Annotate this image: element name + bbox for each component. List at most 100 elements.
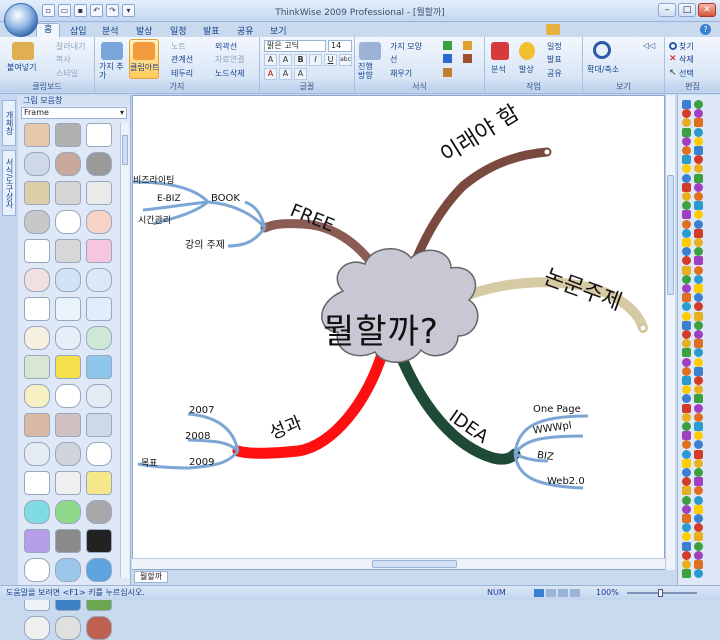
data-link-button[interactable]: 자료연결 <box>215 54 244 65</box>
marker-icon[interactable] <box>694 523 703 533</box>
marker-icon[interactable] <box>682 219 691 229</box>
clipart-thumbnail[interactable] <box>86 558 112 582</box>
marker-icon[interactable] <box>682 523 691 533</box>
marker-icon[interactable] <box>682 514 691 523</box>
copy-button[interactable]: 복사 <box>56 54 71 65</box>
clipart-thumbnail[interactable] <box>55 529 81 553</box>
clipart-thumbnail[interactable] <box>24 384 50 408</box>
view-outline-icon[interactable] <box>546 589 556 597</box>
marker-icon[interactable] <box>694 514 703 523</box>
marker-icon[interactable] <box>694 403 703 413</box>
marker-icon[interactable] <box>682 118 691 128</box>
marker-icon[interactable] <box>682 357 691 367</box>
delete-node-button[interactable]: 노드삭제 <box>215 68 244 79</box>
branch-line-result[interactable] <box>232 345 389 459</box>
clipart-thumbnail[interactable] <box>55 442 81 466</box>
analysis-icon[interactable] <box>491 42 509 60</box>
clipart-thumbnail[interactable] <box>86 500 112 524</box>
tab-idea[interactable]: 발상 <box>136 24 153 37</box>
tab-present[interactable]: 발표 <box>203 24 220 37</box>
clipart-thumbnail[interactable] <box>86 181 112 205</box>
idea-icon[interactable] <box>519 42 535 60</box>
marker-icon[interactable] <box>694 440 703 450</box>
node-biz[interactable]: BIZ <box>536 450 554 463</box>
minimize-button[interactable]: – <box>658 3 676 17</box>
strike-button[interactable]: abc <box>339 54 352 66</box>
view-mode-icons[interactable] <box>534 589 580 597</box>
clipart-thumbnail[interactable] <box>24 500 50 524</box>
marker-icon[interactable] <box>682 265 691 275</box>
marker-icon[interactable] <box>682 394 691 404</box>
clipart-thumbnail[interactable] <box>24 239 50 263</box>
marker-icon[interactable] <box>682 173 691 183</box>
idea-button[interactable]: 발상 <box>519 64 534 75</box>
tab-share[interactable]: 공유 <box>237 24 254 37</box>
fill-button[interactable]: 채우기 <box>390 68 412 79</box>
clipart-thumbnail[interactable] <box>86 297 112 321</box>
select-icon[interactable]: ↖ <box>669 69 677 78</box>
marker-icon[interactable] <box>682 412 691 422</box>
marker-icon[interactable] <box>694 366 703 376</box>
marker-icon[interactable] <box>682 293 691 303</box>
clipart-thumbnail[interactable] <box>24 442 50 466</box>
marker-icon[interactable] <box>682 238 691 247</box>
tab-object-window[interactable]: 개체창 <box>2 100 16 146</box>
clipart-thumbnail[interactable] <box>24 355 50 379</box>
zoom-icon[interactable] <box>593 41 611 59</box>
clipart-thumbnail[interactable] <box>55 500 81 524</box>
marker-icon[interactable] <box>694 155 703 165</box>
delete-button[interactable]: 삭제 <box>679 54 694 65</box>
marker-icon[interactable] <box>694 422 703 431</box>
marker-icon[interactable] <box>694 394 703 404</box>
font-color-button[interactable]: A <box>264 68 277 80</box>
underline-button[interactable]: U <box>324 54 337 66</box>
marker-icon[interactable] <box>682 495 691 505</box>
marker-icon[interactable] <box>694 357 703 367</box>
marker-icon[interactable] <box>682 182 691 192</box>
marker-icon[interactable] <box>682 541 691 551</box>
marker-icon[interactable] <box>694 173 703 183</box>
central-topic[interactable]: 뭘할까? <box>323 304 439 353</box>
zoom-button[interactable]: 확대/축소 <box>587 64 619 75</box>
clipart-thumbnail[interactable] <box>86 471 112 495</box>
clipart-thumbnail[interactable] <box>24 558 50 582</box>
tab-format-toolbox[interactable]: 서식/도구상자 <box>2 150 16 216</box>
progress-direction-icon[interactable] <box>359 42 381 60</box>
marker-icon[interactable] <box>682 256 691 266</box>
clipart-thumbnail[interactable] <box>55 355 81 379</box>
pencil-icon[interactable] <box>463 41 472 50</box>
marker-icon[interactable] <box>682 201 691 211</box>
node-2007[interactable]: 2007 <box>189 405 214 416</box>
clipart-thumbnail[interactable] <box>86 355 112 379</box>
node-2008[interactable]: 2008 <box>185 431 210 442</box>
marker-icon[interactable] <box>694 504 703 514</box>
marker-icon[interactable] <box>694 219 703 229</box>
marker-icon[interactable] <box>694 238 703 247</box>
clipart-thumbnail[interactable] <box>24 123 50 147</box>
style-button[interactable]: 스타일 <box>56 68 78 79</box>
line-button[interactable]: 선 <box>390 54 397 65</box>
tab-insert[interactable]: 삽입 <box>70 24 87 37</box>
marker-icon[interactable] <box>694 118 703 128</box>
clipart-thumbnail[interactable] <box>55 268 81 292</box>
marker-icon[interactable] <box>694 284 703 293</box>
marker-icon[interactable] <box>694 100 703 109</box>
font-name-select[interactable]: 맑은 고딕 <box>264 40 326 52</box>
node-2009[interactable]: 2009 <box>189 457 214 468</box>
marker-icon[interactable] <box>694 136 703 146</box>
relation-button[interactable]: 관계선 <box>171 54 193 65</box>
help-icon[interactable]: ? <box>700 24 711 35</box>
marker-icon[interactable] <box>694 109 703 119</box>
marker-icon[interactable] <box>694 532 703 542</box>
view-nav-arrows-icon[interactable]: ◁◁ <box>643 41 655 50</box>
find-button[interactable]: 찾기 <box>679 41 694 52</box>
marker-icon[interactable] <box>694 458 703 468</box>
paste-button[interactable]: 붙여넣기 <box>7 62 36 73</box>
canvas-horizontal-scrollbar[interactable] <box>132 558 665 569</box>
clipart-thumbnail[interactable] <box>24 413 50 437</box>
marker-icon[interactable] <box>682 339 691 349</box>
clipart-thumbnail[interactable] <box>55 152 81 176</box>
marker-icon[interactable] <box>694 468 703 477</box>
view-normal-icon[interactable] <box>534 589 544 597</box>
tab-view[interactable]: 보기 <box>270 24 287 37</box>
